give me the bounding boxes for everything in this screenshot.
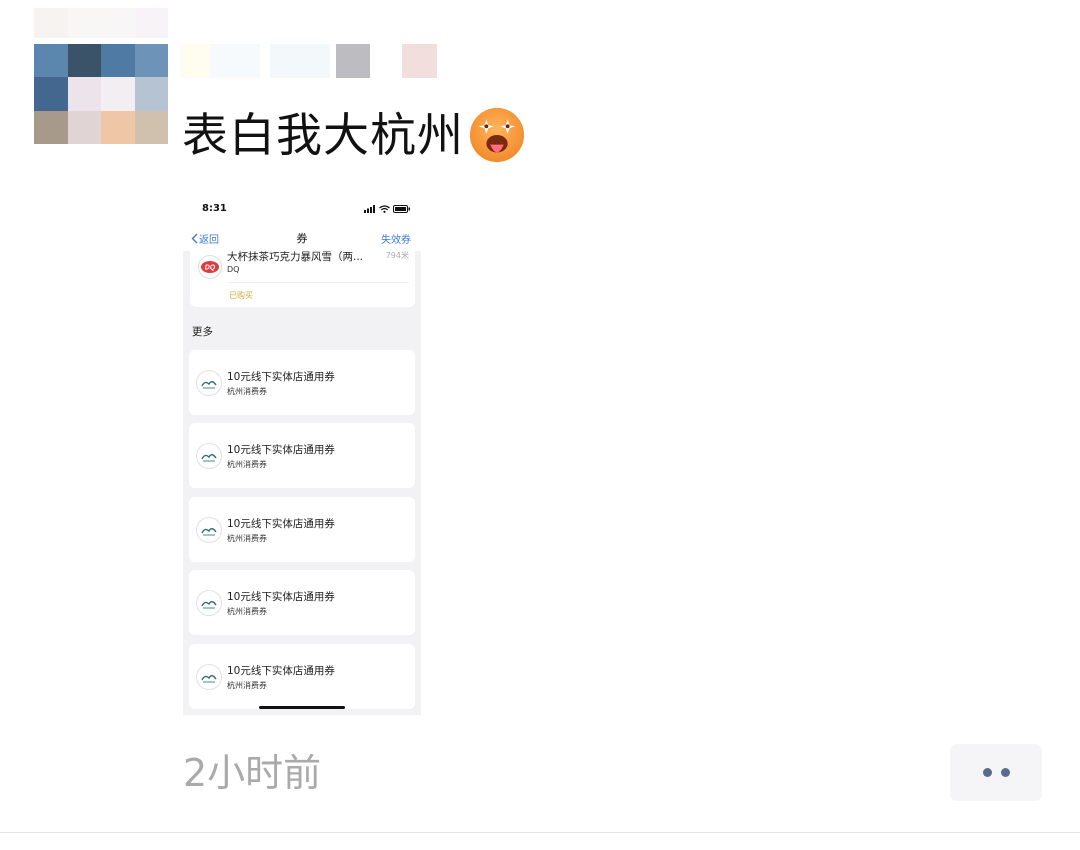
dq-coupon-title: 大杯抹茶巧克力暴风雪（两...: [227, 251, 364, 263]
avatar[interactable]: [34, 44, 168, 144]
dq-brand: DQ: [227, 265, 240, 274]
system-icons: [364, 205, 411, 213]
coupon-subtitle: 杭州消费券: [227, 460, 267, 469]
coupon-title: 10元线下实体店通用券: [227, 665, 335, 677]
nav-bar: 返回 券 失效券: [183, 227, 421, 251]
hangzhou-logo-icon: [196, 664, 222, 690]
coupon-card[interactable]: 10元线下实体店通用券 杭州消费券: [189, 423, 415, 488]
hangzhou-logo-icon: [196, 517, 222, 543]
status-bar: 8:31: [183, 193, 421, 227]
coupon-title: 10元线下实体店通用券: [227, 518, 335, 530]
coupon-card[interactable]: 10元线下实体店通用券 杭州消费券: [189, 350, 415, 415]
divider: [227, 282, 409, 283]
battery-icon: [393, 205, 410, 213]
coupon-card[interactable]: 10元线下实体店通用券 杭州消费券: [189, 497, 415, 562]
section-label-more: 更多: [192, 326, 213, 338]
expired-coupons-link[interactable]: 失效券: [381, 231, 411, 246]
status-time: 8:31: [202, 203, 227, 214]
nickname-blurred[interactable]: [180, 44, 440, 78]
post-text: 表白我大杭州: [182, 104, 526, 166]
hangzhou-logo-icon: [196, 590, 222, 616]
more-dot-icon: [982, 768, 992, 777]
hangzhou-logo-icon: [196, 370, 222, 396]
post-image[interactable]: 8:31 返回 券 失效券 DQ 大杯抹茶巧克力暴风雪（两... 794米 DQ…: [183, 193, 421, 715]
signal-icon: [364, 205, 375, 213]
coupon-subtitle: 杭州消费券: [227, 387, 267, 396]
coupon-card[interactable]: 10元线下实体店通用券 杭州消费券: [189, 644, 415, 709]
coupon-subtitle: 杭州消费券: [227, 607, 267, 616]
hangzhou-logo-icon: [196, 443, 222, 469]
dq-coupon-card[interactable]: DQ 大杯抹茶巧克力暴风雪（两... 794米 DQ 已购买: [190, 251, 415, 307]
coupon-card[interactable]: 10元线下实体店通用券 杭州消费券: [189, 570, 415, 635]
more-dot-icon: [1000, 768, 1010, 777]
post-timestamp: 2小时前: [183, 751, 322, 795]
home-indicator: [259, 706, 345, 709]
dq-logo-icon: DQ: [198, 255, 222, 279]
star-eyed-tongue-emoji-icon: [469, 107, 525, 162]
wifi-icon: [379, 205, 390, 213]
status-badge: 已购买: [229, 291, 253, 300]
coupon-title: 10元线下实体店通用券: [227, 591, 335, 603]
bottom-divider: [0, 832, 1080, 833]
coupon-subtitle: 杭州消费券: [227, 681, 267, 690]
blurred-header: [34, 8, 168, 38]
coupon-subtitle: 杭州消费券: [227, 534, 267, 543]
more-actions-button[interactable]: [950, 744, 1042, 801]
coupon-title: 10元线下实体店通用券: [227, 371, 335, 383]
coupon-title: 10元线下实体店通用券: [227, 444, 335, 456]
dq-logo-text: DQ: [205, 265, 216, 272]
post-text-label: 表白我大杭州: [182, 108, 464, 162]
dq-distance: 794米: [385, 251, 409, 260]
